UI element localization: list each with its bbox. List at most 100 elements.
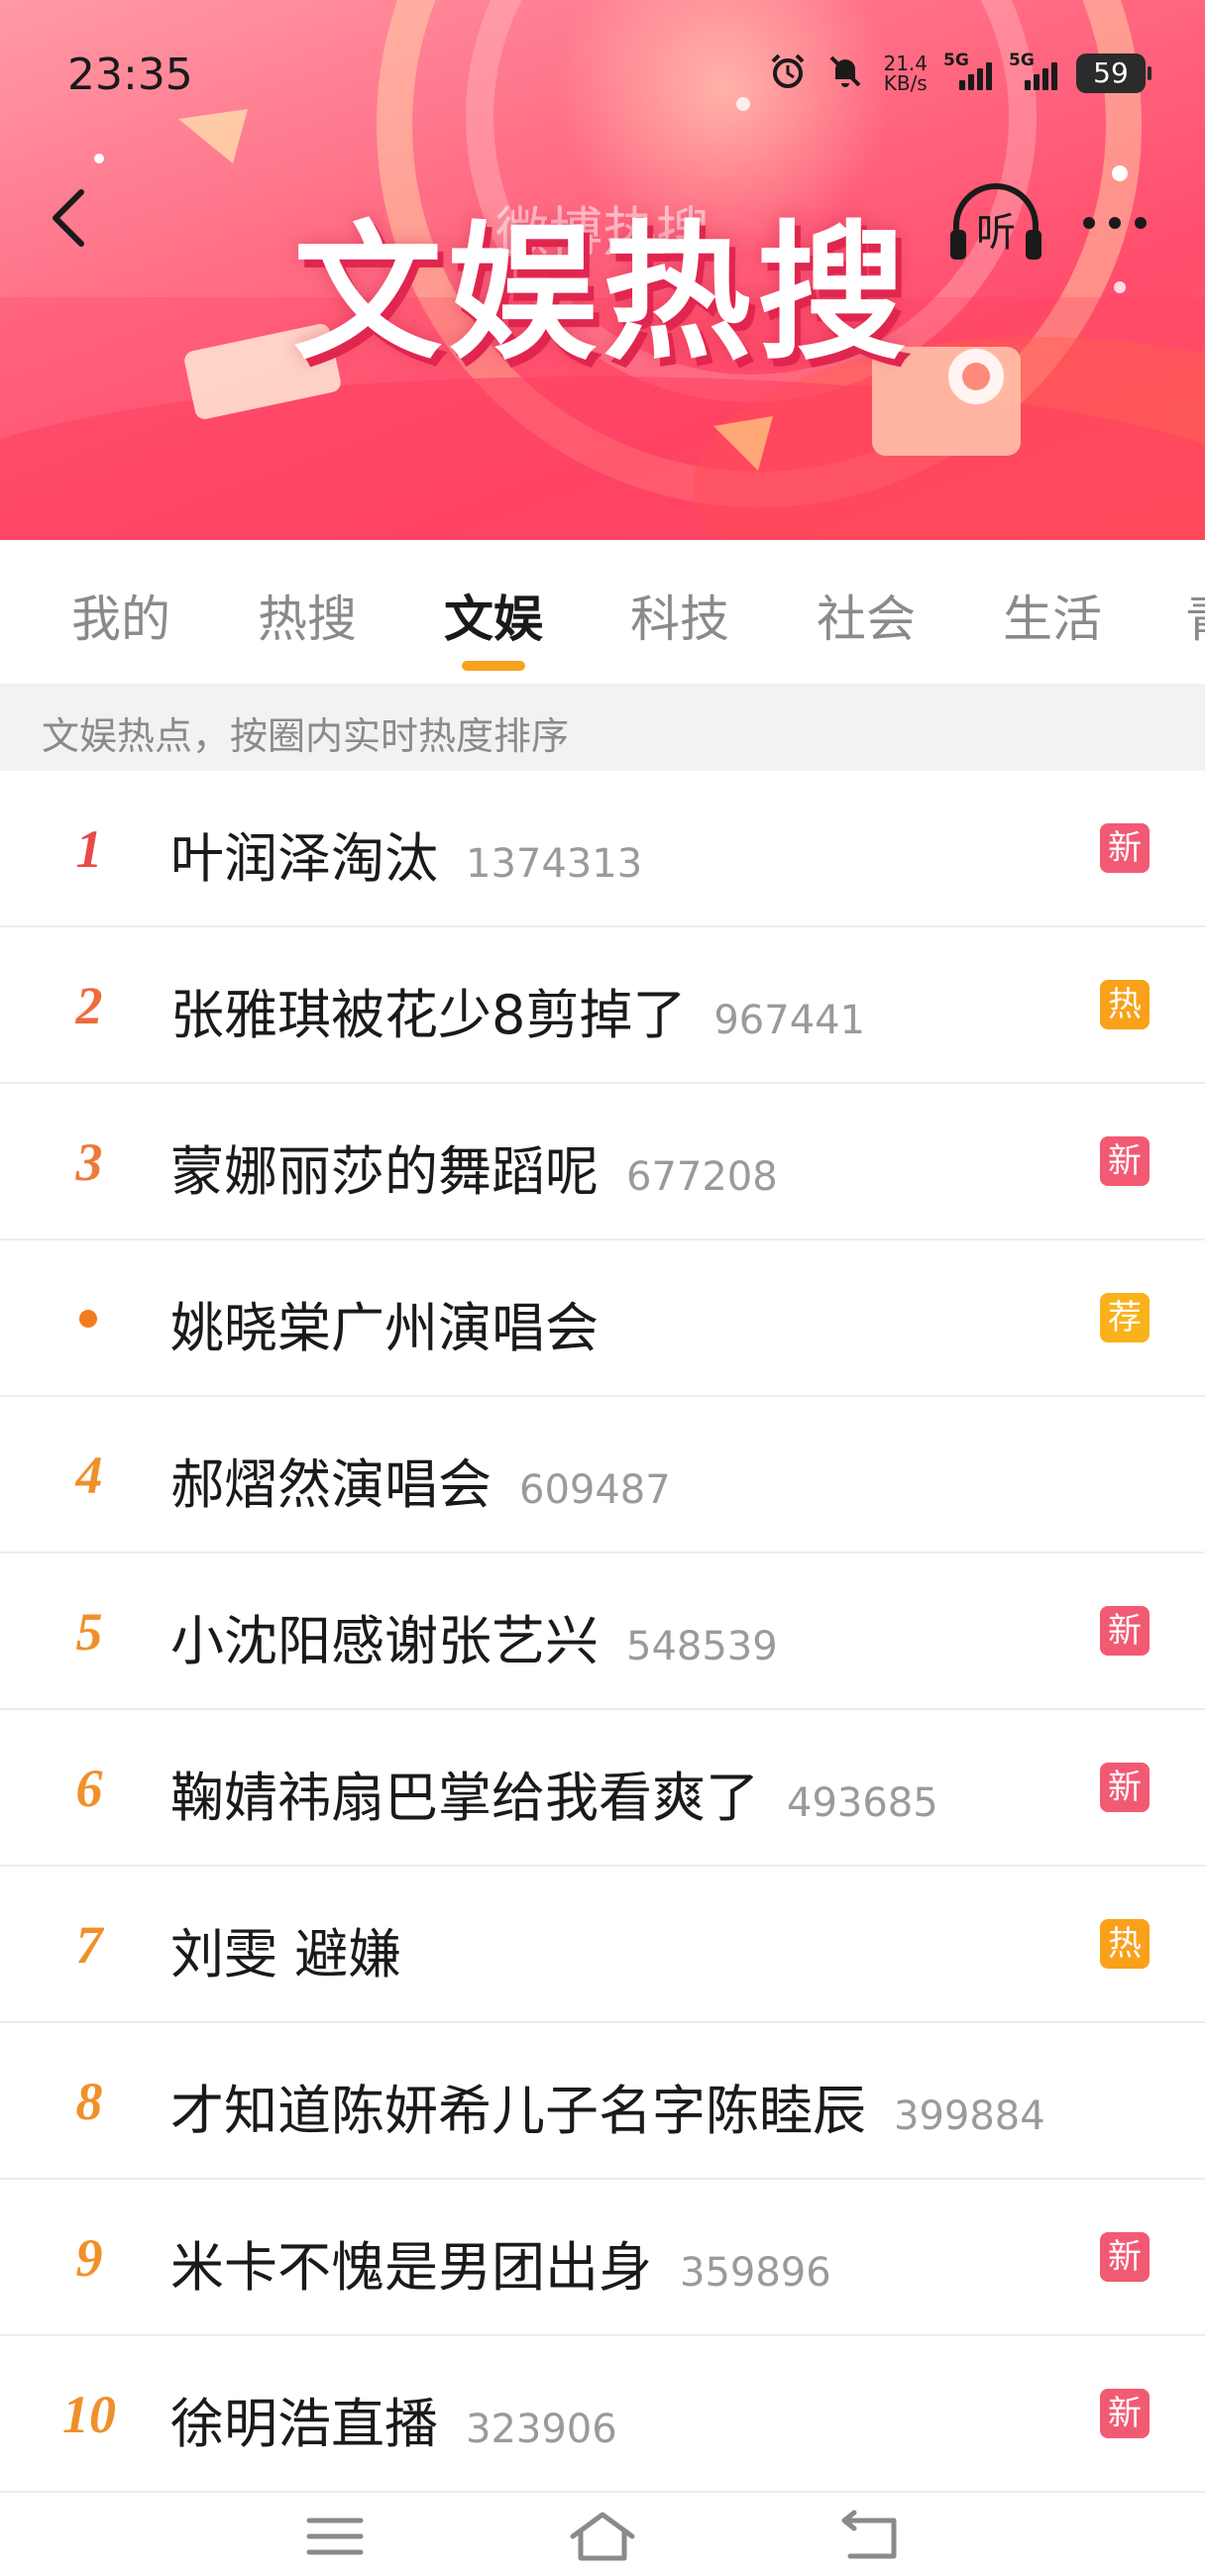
hot-search-title: 鞠婧祎扇巴掌给我看爽了 — [170, 1767, 759, 1829]
rank-number: 4 — [75, 1446, 103, 1505]
signal-strength-icon: 5G — [1009, 51, 1058, 90]
hot-search-title-wrap: 刘雯 避嫌 — [170, 1910, 401, 1988]
signal-label: 5G — [1009, 51, 1035, 70]
heat-value: 359896 — [680, 2250, 831, 2296]
listen-button[interactable]: 听 — [946, 178, 1045, 268]
hot-search-row[interactable]: 1 叶润泽淘汰 1374313 新 — [0, 771, 1205, 927]
status-badge: 新 — [1100, 1606, 1150, 1656]
rank-number: 7 — [75, 1915, 103, 1975]
tab-more[interactable]: 青 — [1185, 580, 1205, 651]
heat-value: 399884 — [894, 2093, 1045, 2139]
net-speed-value: 21.4 — [883, 52, 928, 75]
rank-number: 3 — [75, 1132, 103, 1192]
tab-society[interactable]: 社会 — [817, 580, 916, 651]
heat-value: 323906 — [466, 2407, 617, 2452]
status-icons: 21.4 KB/s 5G 5G 59 — [768, 51, 1151, 95]
hot-search-row[interactable]: 5 小沈阳感谢张艺兴 548539 新 — [0, 1554, 1205, 1710]
signal-strength-icon: 5G — [943, 51, 993, 90]
rank-number: 10 — [62, 2385, 116, 2444]
banner: 微博热搜 文娱热搜 23:35 21.4 KB/s 5G 5G 59 听 — [0, 0, 1205, 540]
status-badge: 新 — [1100, 823, 1150, 873]
rank-number: 5 — [75, 1602, 103, 1662]
status-badge: 热 — [1100, 1919, 1150, 1969]
more-dots-icon — [1083, 217, 1147, 229]
heat-value: 677208 — [626, 1154, 778, 1200]
hot-search-title-wrap: 姚晓棠广州演唱会 — [170, 1284, 599, 1362]
heat-value: 548539 — [626, 1624, 778, 1669]
hot-search-title: 张雅琪被花少8剪掉了 — [170, 984, 687, 1046]
net-speed-unit: KB/s — [883, 71, 928, 95]
hot-search-title-wrap: 米卡不愧是男团出身 359896 — [170, 2223, 831, 2302]
rank-number: 1 — [75, 819, 103, 879]
category-tabs: 我的 热搜 文娱 科技 社会 生活 青 — [0, 540, 1205, 684]
hot-search-title: 郝熠然演唱会 — [170, 1453, 492, 1516]
status-badge: 热 — [1100, 980, 1150, 1029]
hot-search-row[interactable]: 8 才知道陈妍希儿子名字陈睦辰 399884 — [0, 2023, 1205, 2180]
hot-search-title: 叶润泽淘汰 — [170, 827, 438, 890]
listen-label: 听 — [976, 210, 1016, 256]
hot-search-title: 米卡不愧是男团出身 — [170, 2236, 652, 2299]
hot-search-title-wrap: 才知道陈妍希儿子名字陈睦辰 399884 — [170, 2067, 1045, 2145]
promoted-dot-icon — [79, 1310, 97, 1328]
rank-number: 2 — [75, 976, 103, 1035]
hot-search-title-wrap: 张雅琪被花少8剪掉了 967441 — [170, 971, 865, 1049]
heat-value: 967441 — [713, 998, 866, 1043]
status-time: 23:35 — [67, 50, 193, 100]
home-button[interactable] — [563, 2507, 642, 2566]
hot-search-row[interactable]: 姚晓棠广州演唱会 荐 — [0, 1240, 1205, 1397]
hot-search-title-wrap: 蒙娜丽莎的舞蹈呢 677208 — [170, 1127, 778, 1206]
status-badge: 新 — [1100, 2389, 1150, 2438]
hot-search-row[interactable]: 7 刘雯 避嫌 热 — [0, 1867, 1205, 2023]
return-icon — [841, 2510, 897, 2559]
tab-hot-search[interactable]: 热搜 — [258, 580, 357, 651]
hot-search-row[interactable]: 9 米卡不愧是男团出身 359896 新 — [0, 2180, 1205, 2336]
weibo-hot-search-page: 微博热搜 文娱热搜 23:35 21.4 KB/s 5G 5G 59 听 我的 … — [0, 0, 1205, 2576]
hot-search-title-wrap: 叶润泽淘汰 1374313 — [170, 814, 642, 893]
menu-icon — [306, 2518, 364, 2555]
list-description-text: 文娱热点，按圈内实时热度排序 — [42, 714, 570, 758]
hot-search-title: 刘雯 避嫌 — [170, 1923, 402, 1986]
hot-search-row[interactable]: 3 蒙娜丽莎的舞蹈呢 677208 新 — [0, 1084, 1205, 1240]
hot-search-title: 蒙娜丽莎的舞蹈呢 — [170, 1140, 599, 1203]
battery-indicator: 59 — [1076, 54, 1151, 93]
signal-label: 5G — [943, 51, 969, 70]
hot-search-title: 徐明浩直播 — [170, 2393, 438, 2455]
heat-value: 609487 — [519, 1467, 671, 1513]
heat-value: 493685 — [787, 1780, 938, 1826]
hot-search-title-wrap: 徐明浩直播 323906 — [170, 2380, 617, 2458]
hot-search-row[interactable]: 2 张雅琪被花少8剪掉了 967441 热 — [0, 927, 1205, 1084]
hot-search-title-wrap: 鞠婧祎扇巴掌给我看爽了 493685 — [170, 1754, 938, 1832]
home-icon — [570, 2512, 635, 2561]
active-tab-indicator — [462, 661, 525, 671]
hot-search-row[interactable]: 6 鞠婧祎扇巴掌给我看爽了 493685 新 — [0, 1710, 1205, 1867]
back-chevron-icon — [53, 189, 84, 247]
rank-number: 9 — [75, 2228, 103, 2288]
hot-search-row[interactable]: 10 徐明浩直播 323906 新 — [0, 2336, 1205, 2493]
rank-number: 6 — [75, 1759, 103, 1818]
status-badge: 新 — [1100, 1136, 1150, 1186]
bell-off-icon — [825, 52, 865, 95]
tab-entertainment[interactable]: 文娱 — [444, 580, 543, 651]
hot-search-title: 小沈阳感谢张艺兴 — [170, 1610, 599, 1672]
hot-search-title: 姚晓棠广州演唱会 — [170, 1297, 599, 1359]
system-navigation-bar — [0, 2487, 1205, 2576]
alarm-clock-icon — [768, 52, 808, 95]
status-badge: 新 — [1100, 2232, 1150, 2282]
hot-search-row[interactable]: 4 郝熠然演唱会 609487 — [0, 1397, 1205, 1554]
list-description: 文娱热点，按圈内实时热度排序 — [0, 684, 1205, 771]
more-button[interactable] — [1075, 193, 1154, 253]
tab-life[interactable]: 生活 — [1003, 580, 1102, 651]
rank-number: 8 — [75, 2072, 103, 2131]
back-button[interactable] — [40, 178, 99, 258]
heat-value: 1374313 — [466, 841, 643, 887]
tab-tech[interactable]: 科技 — [630, 580, 729, 651]
hot-search-title-wrap: 郝熠然演唱会 609487 — [170, 1441, 671, 1519]
net-speed: 21.4 KB/s — [883, 54, 928, 93]
hot-search-title: 才知道陈妍希儿子名字陈睦辰 — [170, 2080, 866, 2142]
hot-search-list: 1 叶润泽淘汰 1374313 新 2 张雅琪被花少8剪掉了 967441 热 3 蒙娜丽莎的舞蹈… — [0, 771, 1205, 2493]
tab-mine[interactable]: 我的 — [71, 580, 170, 651]
hot-search-title-wrap: 小沈阳感谢张艺兴 548539 — [170, 1597, 778, 1675]
menu-button[interactable] — [295, 2507, 375, 2566]
return-button[interactable] — [830, 2507, 910, 2566]
status-badge: 荐 — [1100, 1293, 1150, 1342]
